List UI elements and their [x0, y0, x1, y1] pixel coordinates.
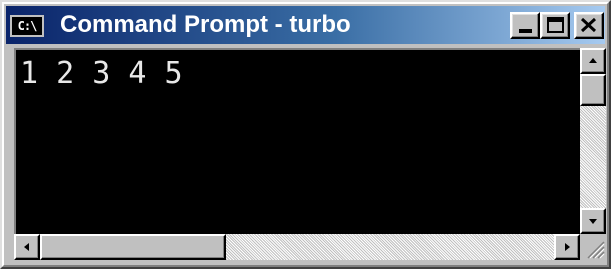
arrow-right-icon [565, 243, 570, 251]
console-output-area[interactable]: 1 2 3 4 5 [14, 48, 580, 234]
scroll-down-button[interactable] [580, 208, 606, 234]
vertical-scrollbar[interactable] [580, 48, 606, 234]
scroll-up-button[interactable] [580, 48, 606, 74]
minimize-icon [519, 29, 532, 33]
command-prompt-window: C:\ Command Prompt - turbo 1 2 3 4 5 [0, 0, 611, 269]
minimize-button[interactable] [510, 12, 540, 39]
window-title: Command Prompt - turbo [60, 11, 351, 38]
title-bar[interactable]: C:\ Command Prompt - turbo [6, 6, 605, 44]
horizontal-scrollbar[interactable] [14, 234, 580, 260]
vertical-scroll-thumb[interactable] [580, 74, 606, 106]
resize-grip[interactable] [580, 234, 606, 260]
resize-grip-icon [587, 241, 605, 259]
scroll-right-button[interactable] [554, 234, 580, 260]
maximize-icon [547, 17, 564, 33]
close-button[interactable] [574, 12, 604, 39]
horizontal-scroll-thumb[interactable] [40, 234, 226, 260]
arrow-down-icon [589, 219, 597, 224]
arrow-left-icon [24, 243, 29, 251]
maximize-button[interactable] [540, 12, 570, 39]
close-icon [580, 17, 597, 33]
arrow-up-icon [589, 58, 597, 63]
console-output-text: 1 2 3 4 5 [20, 56, 183, 91]
scroll-left-button[interactable] [14, 234, 40, 260]
console-icon[interactable]: C:\ [10, 15, 44, 37]
